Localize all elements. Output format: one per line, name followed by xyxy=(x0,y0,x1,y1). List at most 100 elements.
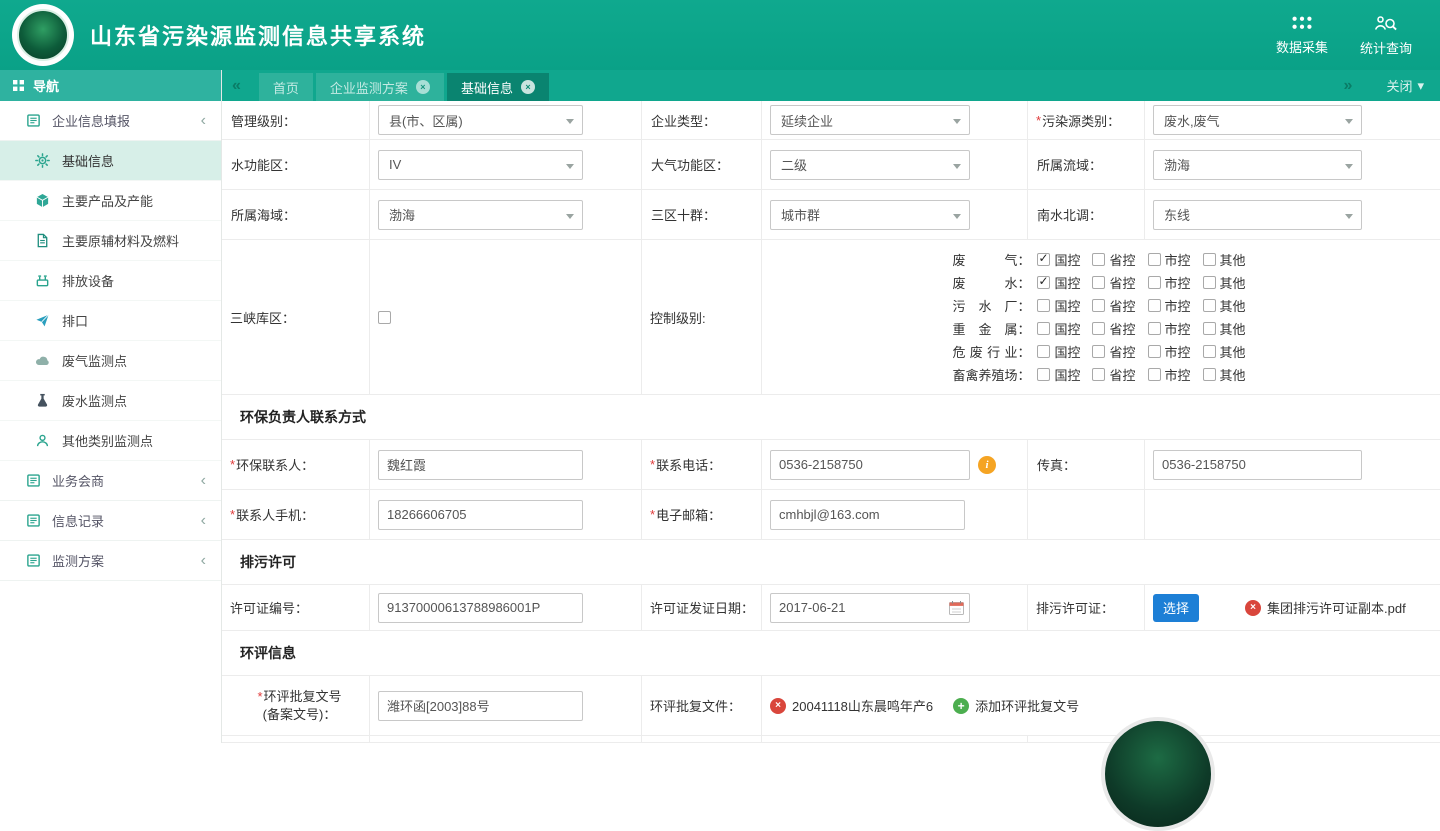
sidebar-item-waste-water-points[interactable]: 废水监测点 xyxy=(0,381,221,421)
checkbox[interactable] xyxy=(1148,322,1161,335)
control-checkbox-option[interactable]: 省控 xyxy=(1092,319,1135,338)
control-checkbox-option[interactable]: 国控 xyxy=(1037,273,1080,292)
checkbox[interactable] xyxy=(1203,299,1216,312)
checkbox[interactable] xyxy=(1037,322,1050,335)
tab-home[interactable]: 首页 xyxy=(259,73,313,101)
control-checkbox-option[interactable]: 省控 xyxy=(1092,296,1135,315)
management-level-select[interactable]: 县(市、区属) xyxy=(378,105,583,135)
floating-logo[interactable] xyxy=(1101,717,1215,831)
checkbox[interactable] xyxy=(1092,276,1105,289)
sidebar-item-basic-info[interactable]: 基础信息 xyxy=(0,141,221,181)
control-checkbox-option[interactable]: 市控 xyxy=(1148,273,1191,292)
sidebar-group-business-consultation[interactable]: 业务会商 ‹ xyxy=(0,461,221,501)
control-checkbox-option[interactable]: 其他 xyxy=(1203,296,1246,315)
checkbox[interactable] xyxy=(1148,368,1161,381)
three-zones-ten-clusters-select[interactable]: 城市群 xyxy=(770,200,970,230)
sidebar-item-waste-gas-points[interactable]: 废气监测点 xyxy=(0,341,221,381)
tab-close-icon[interactable]: × xyxy=(521,80,535,94)
checkbox[interactable] xyxy=(1148,276,1161,289)
control-checkbox-option[interactable]: 市控 xyxy=(1148,342,1191,361)
checkbox[interactable] xyxy=(1148,345,1161,358)
nav-title: 导航 xyxy=(33,76,59,95)
control-checkbox-option[interactable]: 其他 xyxy=(1203,250,1246,269)
delete-icon[interactable]: × xyxy=(1245,600,1261,616)
water-function-zone-label: 水功能区： xyxy=(222,140,370,189)
control-checkbox-option[interactable]: 市控 xyxy=(1148,296,1191,315)
river-basin-select[interactable]: 渤海 xyxy=(1153,150,1362,180)
control-checkbox-option[interactable]: 国控 xyxy=(1037,319,1080,338)
checkbox[interactable] xyxy=(1037,276,1050,289)
three-gorges-checkbox[interactable] xyxy=(378,311,391,324)
tabs-scroll-right-icon[interactable]: » xyxy=(1334,77,1363,95)
sidebar-item-main-products[interactable]: 主要产品及产能 xyxy=(0,181,221,221)
control-checkbox-option[interactable]: 省控 xyxy=(1092,365,1135,384)
sidebar-group-monitoring-plan[interactable]: 监测方案 ‹ xyxy=(0,541,221,581)
sidebar-group-enterprise-info[interactable]: 企业信息填报 ‹ xyxy=(0,101,221,141)
permit-number-input[interactable] xyxy=(378,593,583,623)
close-menu-button[interactable]: 关闭 ▾ xyxy=(1386,76,1424,95)
add-eia-number-link[interactable]: 添加环评批复文号 xyxy=(975,696,1079,715)
checkbox[interactable] xyxy=(1203,276,1216,289)
eia-number-input[interactable] xyxy=(378,691,583,721)
pollution-source-category-select[interactable]: 废水,废气 xyxy=(1153,105,1362,135)
calendar-icon[interactable] xyxy=(949,601,964,615)
contact-phone-input[interactable] xyxy=(770,450,970,480)
checkbox[interactable] xyxy=(1092,322,1105,335)
checkbox[interactable] xyxy=(1092,253,1105,266)
tab-enterprise-monitoring-plan[interactable]: 企业监测方案 × xyxy=(316,73,444,101)
checkbox[interactable] xyxy=(1037,253,1050,266)
checkbox[interactable] xyxy=(1203,253,1216,266)
checkbox[interactable] xyxy=(1092,299,1105,312)
checkbox[interactable] xyxy=(1092,368,1105,381)
control-checkbox-option[interactable]: 国控 xyxy=(1037,296,1080,315)
checkbox[interactable] xyxy=(1092,345,1105,358)
tab-basic-info[interactable]: 基础信息 × xyxy=(447,73,549,101)
checkbox[interactable] xyxy=(1203,345,1216,358)
sidebar-item-other-monitoring-points[interactable]: 其他类别监测点 xyxy=(0,421,221,461)
water-function-zone-select[interactable]: IV xyxy=(378,150,583,180)
control-checkbox-option[interactable]: 其他 xyxy=(1203,273,1246,292)
fax-input[interactable] xyxy=(1153,450,1362,480)
info-icon[interactable]: i xyxy=(978,456,996,474)
sidebar-item-emission-equipment[interactable]: 排放设备 xyxy=(0,261,221,301)
checkbox[interactable] xyxy=(1037,299,1050,312)
select-file-button[interactable]: 选择 xyxy=(1153,594,1199,622)
env-contact-person-input[interactable] xyxy=(378,450,583,480)
sea-area-select[interactable]: 渤海 xyxy=(378,200,583,230)
enterprise-type-select[interactable]: 延续企业 xyxy=(770,105,970,135)
data-collection-button[interactable]: 数据采集 xyxy=(1276,14,1328,57)
delete-icon[interactable]: × xyxy=(770,698,786,714)
control-checkbox-option[interactable]: 其他 xyxy=(1203,365,1246,384)
control-checkbox-option[interactable]: 国控 xyxy=(1037,342,1080,361)
control-checkbox-option[interactable]: 国控 xyxy=(1037,365,1080,384)
tabs-scroll-left-icon[interactable]: « xyxy=(222,77,251,95)
add-icon[interactable]: + xyxy=(953,698,969,714)
checkbox[interactable] xyxy=(1148,253,1161,266)
control-checkbox-option[interactable]: 国控 xyxy=(1037,250,1080,269)
control-checkbox-option[interactable]: 省控 xyxy=(1092,250,1135,269)
control-checkbox-option[interactable]: 省控 xyxy=(1092,273,1135,292)
email-input[interactable] xyxy=(770,500,965,530)
sidebar-group-information-records[interactable]: 信息记录 ‹ xyxy=(0,501,221,541)
permit-file-name[interactable]: 集团排污许可证副本.pdf xyxy=(1267,598,1406,617)
checkbox[interactable] xyxy=(1148,299,1161,312)
checkbox[interactable] xyxy=(1037,345,1050,358)
mobile-input[interactable] xyxy=(378,500,583,530)
control-checkbox-option[interactable]: 市控 xyxy=(1148,319,1191,338)
tab-close-icon[interactable]: × xyxy=(416,80,430,94)
checkbox[interactable] xyxy=(1203,322,1216,335)
south-to-north-water-select[interactable]: 东线 xyxy=(1153,200,1362,230)
control-checkbox-option[interactable]: 其他 xyxy=(1203,342,1246,361)
control-checkbox-option[interactable]: 其他 xyxy=(1203,319,1246,338)
control-checkbox-option[interactable]: 市控 xyxy=(1148,250,1191,269)
sidebar-item-raw-materials-fuel[interactable]: 主要原辅材料及燃料 xyxy=(0,221,221,261)
checkbox[interactable] xyxy=(1203,368,1216,381)
control-checkbox-option[interactable]: 市控 xyxy=(1148,365,1191,384)
air-function-zone-select[interactable]: 二级 xyxy=(770,150,970,180)
checkbox[interactable] xyxy=(1037,368,1050,381)
permit-date-input[interactable] xyxy=(770,593,970,623)
eia-file-name[interactable]: 20041118山东晨鸣年产6 xyxy=(792,696,933,715)
statistics-query-button[interactable]: 统计查询 xyxy=(1360,14,1412,57)
control-checkbox-option[interactable]: 省控 xyxy=(1092,342,1135,361)
sidebar-item-outlet[interactable]: 排口 xyxy=(0,301,221,341)
